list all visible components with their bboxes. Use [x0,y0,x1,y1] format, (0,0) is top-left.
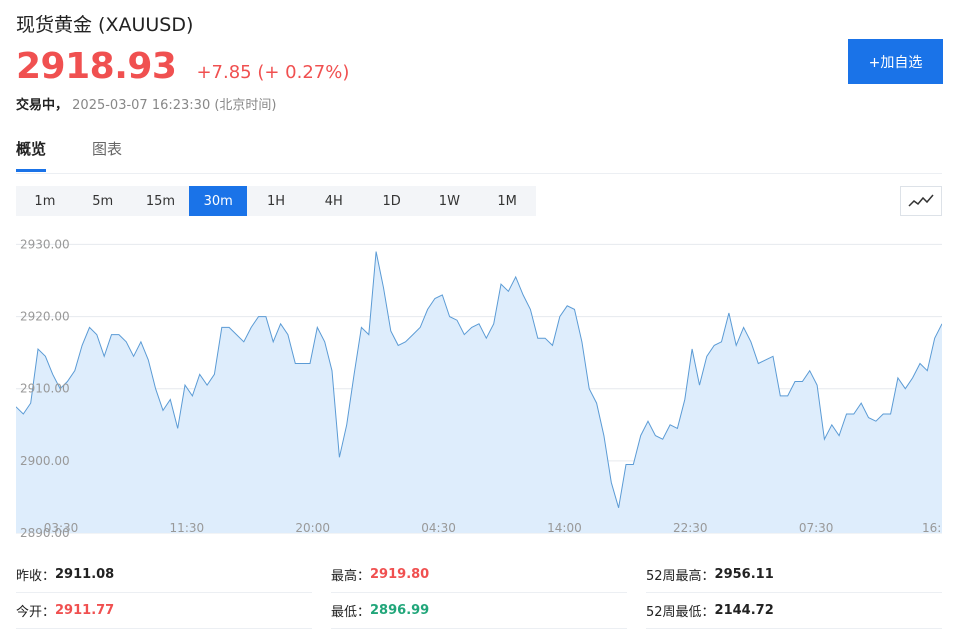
current-price: 2918.93 [16,46,177,87]
divider [646,628,942,629]
tab-bar: 概览 图表 [16,138,942,174]
x-tick-label: 16:0 [922,521,942,535]
stat-label: 最高： [331,568,371,584]
period-1m[interactable]: 1m [16,186,74,216]
x-tick-label: 20:00 [295,521,330,535]
stat-label: 今开： [16,604,56,620]
page-title: 现货黄金 (XAUUSD) [16,14,194,36]
timestamp: 2025-03-07 16:23:30 (北京时间) [72,98,277,113]
tab-overview[interactable]: 概览 [16,138,47,172]
x-tick-label: 14:00 [547,521,582,535]
trading-state: 交易中， [16,98,69,113]
stat-value: 2956.11 [714,566,774,582]
stat-low: 最低： 2896.99 [331,592,429,628]
stat-label: 52周最低： [646,604,715,620]
stat-prev-close: 昨收： 2911.08 [16,556,114,592]
y-tick-label: 2930.00 [20,237,70,251]
period-1month[interactable]: 1M [478,186,536,216]
divider [16,628,312,629]
period-15m[interactable]: 15m [132,186,190,216]
tab-chart[interactable]: 图表 [92,138,122,169]
stat-open: 今开： 2911.77 [16,592,114,628]
stat-value: 2919.80 [370,566,430,582]
period-4h[interactable]: 4H [305,186,363,216]
period-30m[interactable]: 30m [189,186,248,216]
stat-label: 最低： [331,604,371,620]
x-tick-label: 03:30 [44,521,79,535]
stat-value: 2896.99 [370,602,430,618]
stat-label: 昨收： [16,568,56,584]
x-tick-label: 22:30 [673,521,708,535]
stat-value: 2911.77 [55,602,115,618]
price-area [16,251,942,533]
period-5m[interactable]: 5m [74,186,132,216]
stat-52w-high: 52周最高： 2956.11 [646,556,774,592]
trading-status: 交易中， 2025-03-07 16:23:30 (北京时间) [16,94,277,113]
x-tick-label: 07:30 [799,521,834,535]
x-tick-label: 04:30 [421,521,456,535]
stat-52w-low: 52周最低： 2144.72 [646,592,774,628]
period-selector: 1m 5m 15m 30m 1H 4H 1D 1W 1M [16,186,536,216]
stat-value: 2911.08 [55,566,115,582]
period-1h[interactable]: 1H [247,186,305,216]
price-change: +7.85 (+ 0.27%) [196,62,350,83]
stat-label: 52周最高： [646,568,715,584]
price-row: 2918.93 +7.85 (+ 0.27%) [16,46,349,87]
period-1d[interactable]: 1D [363,186,421,216]
stat-value: 2144.72 [714,602,774,618]
y-tick-label: 2900.00 [20,454,70,468]
chart-type-button[interactable] [900,186,942,216]
price-chart[interactable]: 2930.002920.002910.002900.002890.00 03:3… [16,228,942,548]
x-tick-label: 11:30 [170,521,205,535]
y-tick-label: 2920.00 [20,310,70,324]
add-to-watchlist-button[interactable]: +加自选 [848,39,943,84]
stat-high: 最高： 2919.80 [331,556,429,592]
y-tick-label: 2910.00 [20,382,70,396]
line-chart-icon [908,194,934,207]
period-1w[interactable]: 1W [420,186,478,216]
divider [331,628,627,629]
